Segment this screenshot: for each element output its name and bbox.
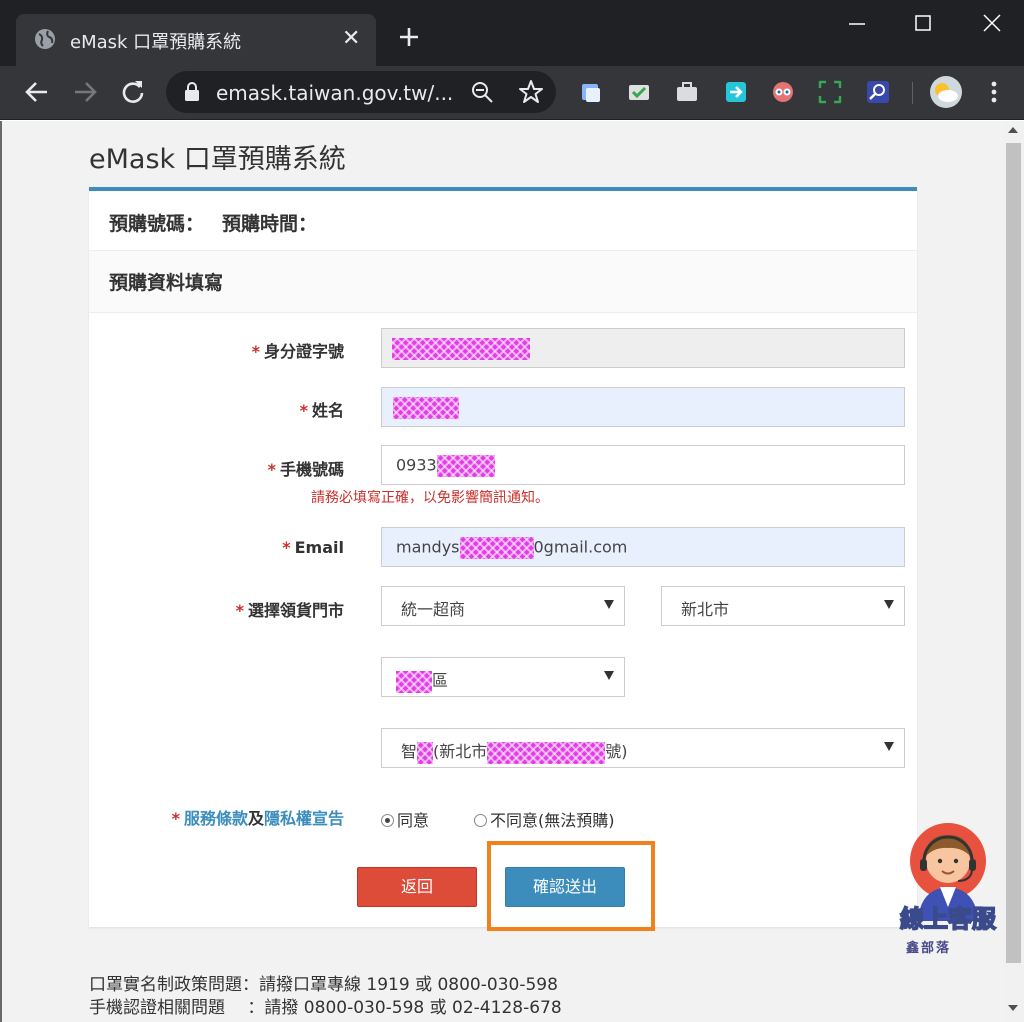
disagree-radio[interactable]: 不同意(無法預購) bbox=[474, 807, 615, 831]
store-district-select[interactable]: 區 bbox=[381, 657, 625, 697]
browser-tab[interactable]: eMask 口罩預購系統 ✕ bbox=[16, 14, 376, 66]
terms-service-link[interactable]: 服務條款 bbox=[184, 809, 248, 828]
browser-tab-bar: eMask 口罩預購系統 ✕ bbox=[0, 0, 1024, 66]
maximize-icon[interactable] bbox=[908, 10, 938, 38]
order-info-header: 預購號碼： 預購時間： bbox=[89, 191, 917, 251]
redacted-mask bbox=[487, 741, 606, 764]
close-tab-icon[interactable]: ✕ bbox=[342, 26, 360, 52]
more-menu-icon[interactable] bbox=[982, 78, 1006, 106]
window-edge bbox=[0, 121, 2, 1022]
chevron-down-icon bbox=[604, 600, 614, 609]
store-name-select[interactable]: 智 (新北市 號) bbox=[381, 728, 905, 768]
reload-icon[interactable] bbox=[119, 78, 147, 106]
back-arrow-icon[interactable] bbox=[23, 78, 51, 106]
store-city-select[interactable]: 新北市 bbox=[661, 586, 905, 626]
new-tab-icon[interactable] bbox=[396, 24, 422, 50]
highlight-box bbox=[487, 841, 655, 931]
phone-label: * 手機號碼 bbox=[267, 460, 344, 479]
address-bar[interactable]: emask.taiwan.gov.tw/... bbox=[166, 71, 556, 113]
id-field[interactable] bbox=[381, 328, 905, 368]
name-label: * 姓名 bbox=[299, 401, 344, 420]
bookmark-star-icon[interactable] bbox=[518, 79, 544, 105]
redacted-mask bbox=[392, 338, 530, 360]
profile-avatar[interactable] bbox=[930, 76, 962, 108]
radio-unchecked-icon bbox=[474, 814, 487, 827]
scroll-up-icon[interactable] bbox=[1008, 127, 1018, 133]
extension-mail-icon[interactable] bbox=[627, 80, 651, 104]
order-time-label: 預購時間： bbox=[222, 213, 318, 235]
section-header: 預購資料填寫 bbox=[89, 251, 917, 313]
redacted-mask bbox=[396, 670, 432, 693]
footer-phone-line: 手機認證相關問題 ：請撥 0800-030-598 或 02-4128-678 bbox=[89, 998, 562, 1018]
forward-arrow-icon[interactable] bbox=[71, 78, 99, 106]
section-title: 預購資料填寫 bbox=[109, 272, 224, 294]
zoom-out-icon[interactable] bbox=[470, 80, 494, 104]
privacy-link[interactable]: 隱私權宣告 bbox=[264, 809, 344, 828]
page-viewport: eMask 口罩預購系統 預購號碼： 預購時間： 預購資料填寫 * 身分證字號 *… bbox=[0, 121, 1024, 1022]
redacted-mask bbox=[459, 537, 534, 559]
customer-service-widget[interactable]: 線上客服 鑫部落 bbox=[896, 821, 1004, 961]
toolbar-divider bbox=[912, 82, 913, 104]
extension-eyes-icon[interactable] bbox=[771, 80, 795, 104]
terms-label: * 服務條款及隱私權宣告 bbox=[171, 809, 344, 828]
extension-arrow-icon[interactable] bbox=[724, 80, 748, 104]
close-window-icon[interactable] bbox=[977, 10, 1007, 38]
order-form-card: 預購號碼： 預購時間： 預購資料填寫 * 身分證字號 * 姓名 * 手機號碼 0933… bbox=[89, 187, 917, 931]
extension-briefcase-icon[interactable] bbox=[675, 80, 699, 104]
radio-checked-icon bbox=[381, 814, 394, 827]
vertical-scrollbar[interactable] bbox=[1003, 121, 1024, 1022]
weather-avatar-icon bbox=[935, 83, 958, 102]
scrollbar-thumb[interactable] bbox=[1006, 143, 1021, 963]
name-field[interactable] bbox=[381, 387, 905, 427]
url-text: emask.taiwan.gov.tw/... bbox=[216, 81, 454, 105]
browser-toolbar: emask.taiwan.gov.tw/... bbox=[0, 66, 1024, 120]
scroll-down-icon[interactable] bbox=[1008, 1005, 1018, 1011]
id-label: * 身分證字號 bbox=[251, 342, 344, 361]
tab-title: eMask 口罩預購系統 bbox=[70, 32, 242, 53]
brand-watermark: 鑫部落 bbox=[906, 941, 952, 956]
redacted-mask bbox=[436, 455, 495, 477]
chevron-down-icon bbox=[604, 671, 614, 680]
minimize-icon[interactable] bbox=[842, 10, 872, 38]
lock-icon[interactable] bbox=[184, 82, 200, 102]
back-button[interactable]: 返回 bbox=[357, 867, 477, 907]
order-number-label: 預購號碼： bbox=[109, 213, 205, 235]
phone-hint: 請務必填寫正確，以免影響簡訊通知。 bbox=[311, 490, 549, 506]
chevron-down-icon bbox=[884, 600, 894, 609]
extension-docs-icon[interactable] bbox=[579, 80, 603, 104]
store-chain-select[interactable]: 統一超商 bbox=[381, 586, 625, 626]
extension-capture-icon[interactable] bbox=[818, 80, 842, 104]
email-field[interactable]: mandys 0gmail.com bbox=[381, 527, 905, 567]
phone-field[interactable]: 0933 bbox=[381, 445, 905, 485]
email-label: * Email bbox=[282, 538, 344, 557]
footer-policy-line: 口罩實名制政策問題：請撥口罩專線 1919 或 0800-030-598 bbox=[89, 975, 558, 995]
agree-radio[interactable]: 同意 bbox=[381, 807, 429, 831]
chevron-down-icon bbox=[884, 742, 894, 751]
page-title: eMask 口罩預購系統 bbox=[89, 144, 346, 175]
redacted-mask bbox=[417, 741, 434, 764]
redacted-mask bbox=[393, 397, 459, 419]
globe-icon bbox=[35, 29, 55, 49]
customer-service-label: 線上客服 bbox=[899, 904, 997, 934]
store-label: * 選擇領貨門市 bbox=[235, 601, 344, 620]
extension-search-icon[interactable] bbox=[866, 80, 890, 104]
